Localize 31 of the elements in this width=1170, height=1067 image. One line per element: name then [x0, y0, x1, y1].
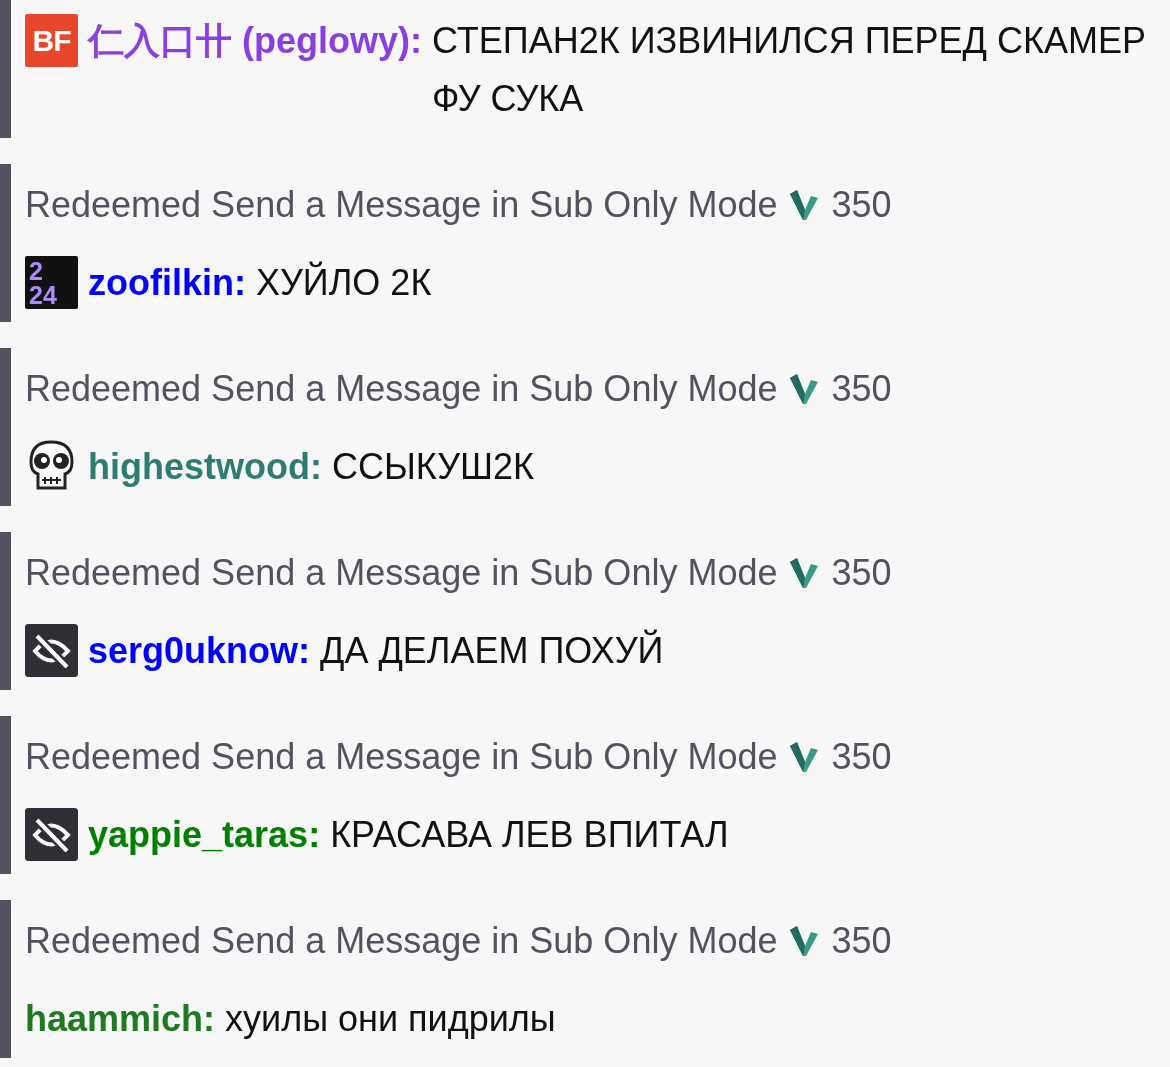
username: zoofilkin:	[88, 261, 246, 305]
message-text: ССЫКУШ2К	[331, 445, 535, 489]
channel-points-icon	[789, 556, 820, 590]
reward-label: Redeemed Send a Message in Sub Only Mode	[25, 919, 778, 963]
points-cost: 350	[831, 367, 892, 411]
username: highestwood:	[88, 445, 322, 489]
reward-label: Redeemed Send a Message in Sub Only Mode	[25, 367, 778, 411]
badge-icon: BF	[25, 14, 78, 67]
message-text: СТЕПАН2К ИЗВИНИЛСЯ ПЕРЕД СКАМЕР ФУ СУКА	[432, 19, 1147, 121]
username: haammich:	[25, 997, 216, 1041]
message-text: КРАСАВА ЛЕВ ВПИТАЛ	[330, 813, 729, 857]
channel-points-icon	[789, 740, 820, 774]
username: yappie_taras:	[88, 813, 321, 857]
points-cost: 350	[831, 735, 892, 779]
channel-points-icon	[789, 924, 820, 958]
year-badge-icon: 2 24	[25, 256, 78, 309]
hidden-eye-icon	[25, 808, 78, 861]
username: 仁入口卄 (peglowy):	[88, 19, 422, 63]
points-cost: 350	[831, 183, 892, 227]
reward-label: Redeemed Send a Message in Sub Only Mode	[25, 551, 778, 595]
username: serg0uknow:	[88, 629, 311, 673]
channel-points-icon	[789, 372, 820, 406]
points-cost: 350	[831, 551, 892, 595]
reward-label: Redeemed Send a Message in Sub Only Mode	[25, 735, 778, 779]
message-text: хуилы они пидрилы	[225, 997, 556, 1041]
message-text: ДА ДЕЛАЕМ ПОХУЙ	[320, 628, 664, 673]
channel-points-icon	[789, 188, 820, 222]
reward-label: Redeemed Send a Message in Sub Only Mode	[25, 183, 778, 227]
points-cost: 350	[831, 919, 892, 963]
message-text: ХУЙЛО 2К	[256, 260, 432, 305]
hidden-eye-icon	[25, 624, 78, 677]
